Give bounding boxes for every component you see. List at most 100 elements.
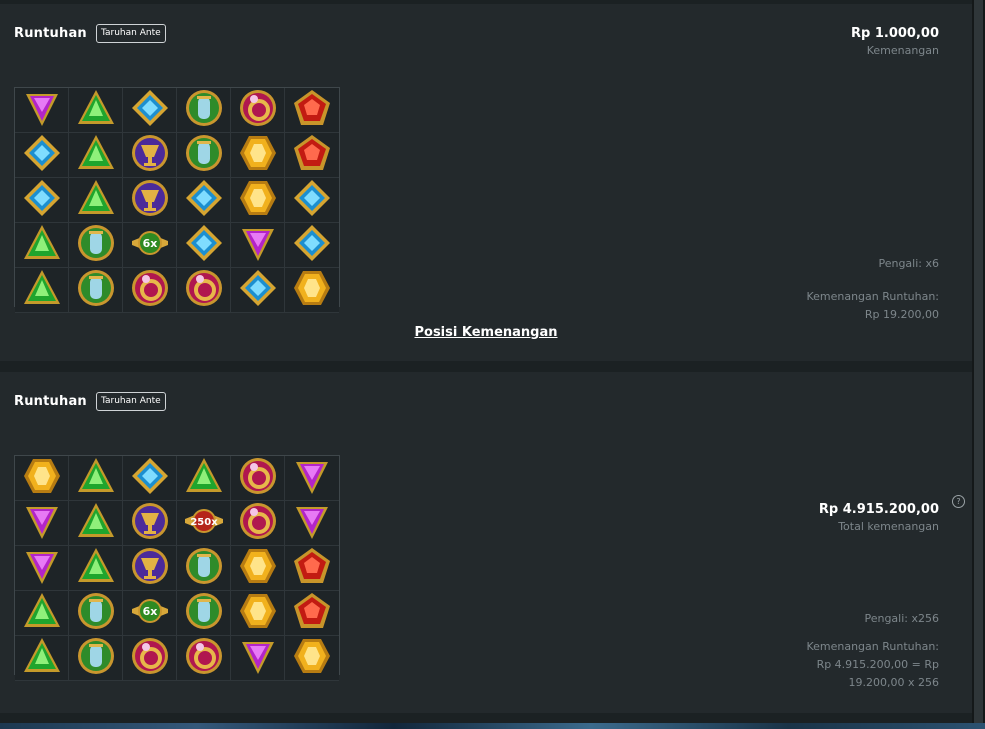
grid-cell <box>285 591 339 636</box>
red-pentagon-gem-icon <box>292 88 332 132</box>
svg-text:6x: 6x <box>142 237 157 250</box>
gold-ring-icon <box>238 456 278 500</box>
blue-diamond-gem-icon <box>22 178 62 222</box>
grid-cell <box>285 223 339 268</box>
grid-cell <box>69 88 123 133</box>
golden-chalice-icon <box>130 546 170 590</box>
blue-diamond-gem-icon <box>184 223 224 267</box>
purple-triangle-gem-icon <box>22 88 62 132</box>
grid-cell <box>123 501 177 546</box>
golden-chalice-icon <box>130 133 170 177</box>
grid-cell <box>15 546 69 591</box>
grid-cell <box>123 636 177 681</box>
grid-cell <box>69 456 123 501</box>
grid-cell <box>285 456 339 501</box>
help-icon[interactable]: ? <box>952 495 965 508</box>
blue-diamond-gem-icon <box>130 456 170 500</box>
green-triangle-gem-icon <box>22 268 62 312</box>
red-pentagon-gem-icon <box>292 133 332 177</box>
grid-cell <box>231 133 285 178</box>
grid-cell <box>177 133 231 178</box>
grid-cell <box>69 546 123 591</box>
svg-text:250x: 250x <box>190 517 218 528</box>
gold-ring-icon <box>238 501 278 545</box>
grid-cell <box>231 546 285 591</box>
gold-hexagon-gem-icon <box>238 546 278 590</box>
grid-cell <box>285 268 339 313</box>
win-amount: Rp 1.000,00 <box>851 26 939 41</box>
grid-cell <box>285 636 339 681</box>
grid-cell <box>285 546 339 591</box>
multiplier-orb-icon: 6x <box>130 591 170 635</box>
grid-cell <box>123 456 177 501</box>
ante-bet-badge: Taruhan Ante <box>96 392 166 411</box>
total-win-label: Total kemenangan <box>838 520 939 533</box>
cascade-win-line2: 19.200,00 x 256 <box>848 676 939 689</box>
gold-hexagon-gem-icon <box>238 591 278 635</box>
cascade-title: Runtuhan <box>14 26 87 41</box>
grid-cell <box>231 636 285 681</box>
hourglass-urn-icon <box>76 268 116 312</box>
cascade-title: Runtuhan <box>14 394 87 409</box>
purple-triangle-gem-icon <box>292 501 332 545</box>
grid-cell <box>231 456 285 501</box>
grid-cell <box>123 546 177 591</box>
grid-cell: 6x <box>123 223 177 268</box>
multiplier-text: Pengali: x256 <box>864 612 939 625</box>
grid-cell <box>231 223 285 268</box>
grid-cell <box>69 223 123 268</box>
gold-ring-icon <box>184 268 224 312</box>
purple-triangle-gem-icon <box>238 223 278 267</box>
grid-cell <box>177 223 231 268</box>
blue-diamond-gem-icon <box>184 178 224 222</box>
grid-cell <box>177 178 231 223</box>
green-triangle-gem-icon <box>22 223 62 267</box>
hourglass-urn-icon <box>184 88 224 132</box>
grid-cell <box>123 133 177 178</box>
ante-bet-badge: Taruhan Ante <box>96 24 166 43</box>
winning-positions-link[interactable]: Posisi Kemenangan <box>0 325 972 340</box>
hourglass-urn-icon <box>184 546 224 590</box>
gold-ring-icon <box>130 268 170 312</box>
grid-cell <box>231 591 285 636</box>
blue-diamond-gem-icon <box>292 178 332 222</box>
scrollbar-thumb[interactable] <box>974 0 983 723</box>
multiplier-orb-icon: 250x <box>184 501 224 545</box>
grid-cell <box>285 133 339 178</box>
purple-triangle-gem-icon <box>22 546 62 590</box>
cascade-panel-1: Runtuhan Taruhan Ante Rp 1.000,00 Kemena… <box>0 4 972 361</box>
cascade-win-label: Kemenangan Runtuhan: <box>806 290 939 303</box>
grid-cell <box>69 133 123 178</box>
cascade-win-line1: Rp 4.915.200,00 = Rp <box>816 658 939 671</box>
grid-cell <box>15 178 69 223</box>
grid-cell <box>177 546 231 591</box>
blue-diamond-gem-icon <box>22 133 62 177</box>
grid-cell <box>15 456 69 501</box>
hourglass-urn-icon <box>184 591 224 635</box>
blue-diamond-gem-icon <box>130 88 170 132</box>
blue-diamond-gem-icon <box>292 223 332 267</box>
grid-cell <box>231 88 285 133</box>
green-triangle-gem-icon <box>22 636 62 680</box>
grid-cell <box>177 456 231 501</box>
grid-cell <box>69 636 123 681</box>
grid-cell <box>285 88 339 133</box>
grid-cell <box>177 88 231 133</box>
green-triangle-gem-icon <box>76 133 116 177</box>
green-triangle-gem-icon <box>76 456 116 500</box>
gold-ring-icon <box>184 636 224 680</box>
hourglass-urn-icon <box>76 636 116 680</box>
grid-cell: 250x <box>177 501 231 546</box>
grid-cell <box>15 88 69 133</box>
green-triangle-gem-icon <box>76 88 116 132</box>
grid-cell <box>15 591 69 636</box>
blue-diamond-gem-icon <box>238 268 278 312</box>
red-pentagon-gem-icon <box>292 546 332 590</box>
multiplier-text: Pengali: x6 <box>878 257 939 270</box>
grid-cell <box>69 178 123 223</box>
red-pentagon-gem-icon <box>292 591 332 635</box>
grid-cell <box>15 268 69 313</box>
hourglass-urn-icon <box>76 591 116 635</box>
cascade-panel-2: Runtuhan Taruhan Ante 250x 6x Rp 4.915.20… <box>0 372 972 713</box>
grid-cell <box>15 133 69 178</box>
